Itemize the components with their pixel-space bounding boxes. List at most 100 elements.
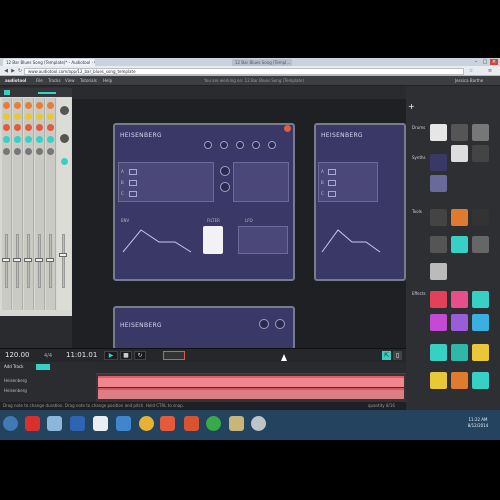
- menu-help[interactable]: Help: [103, 78, 112, 84]
- effect-tile[interactable]: [430, 372, 447, 389]
- effect-tile[interactable]: [430, 314, 447, 331]
- master-knob[interactable]: [60, 134, 69, 143]
- pan-knob[interactable]: [3, 148, 10, 155]
- eq-knob[interactable]: [25, 113, 32, 120]
- effect-tile[interactable]: [451, 372, 468, 389]
- maximize-icon[interactable]: □: [481, 59, 489, 65]
- eq-knob[interactable]: [14, 102, 21, 109]
- menu-view[interactable]: View: [65, 78, 75, 84]
- add-icon[interactable]: +: [408, 103, 415, 111]
- top-knob[interactable]: [236, 141, 244, 149]
- effect-tile[interactable]: [472, 344, 489, 361]
- pan-knob[interactable]: [47, 148, 54, 155]
- effect-tile[interactable]: [451, 314, 468, 331]
- send-knob[interactable]: [14, 136, 21, 143]
- device-tile[interactable]: [472, 145, 489, 162]
- minimize-icon[interactable]: –: [472, 59, 480, 65]
- device-tile[interactable]: [430, 236, 447, 253]
- device-tile[interactable]: [451, 236, 468, 253]
- back-icon[interactable]: ◀: [3, 68, 9, 75]
- effect-tile[interactable]: [430, 291, 447, 308]
- eq-knob[interactable]: [36, 124, 43, 131]
- forward-icon[interactable]: ▶: [10, 68, 16, 75]
- track-name[interactable]: Heisenberg: [4, 388, 27, 393]
- effect-tile[interactable]: [472, 314, 489, 331]
- reload-icon[interactable]: ↻: [17, 68, 23, 75]
- taskbar-app[interactable]: [47, 416, 62, 431]
- fader-handle[interactable]: [35, 258, 43, 262]
- taskbar-app[interactable]: [70, 416, 85, 431]
- device-tile[interactable]: [430, 154, 447, 171]
- taskbar-app[interactable]: [184, 416, 199, 431]
- device-tile[interactable]: [472, 124, 489, 141]
- menu-icon[interactable]: ≡: [487, 68, 493, 75]
- waveform-icon[interactable]: [129, 191, 137, 197]
- eq-knob[interactable]: [14, 124, 21, 131]
- device-tile[interactable]: [451, 145, 468, 162]
- record-meter[interactable]: [163, 351, 185, 360]
- master-knob[interactable]: [61, 158, 68, 165]
- note-clip[interactable]: [98, 388, 404, 399]
- timeline-ruler[interactable]: [96, 362, 406, 374]
- mixer-volume-slider[interactable]: [38, 92, 56, 94]
- synth-heisenberg-2[interactable]: [314, 123, 406, 281]
- filter-module[interactable]: [203, 226, 223, 254]
- fader-handle[interactable]: [24, 258, 32, 262]
- device-tile[interactable]: [451, 124, 468, 141]
- taskbar-app[interactable]: [160, 416, 175, 431]
- taskbar-app[interactable]: [25, 416, 40, 431]
- osc-knob[interactable]: [220, 182, 230, 192]
- waveform-icon[interactable]: [129, 180, 137, 186]
- loop-button[interactable]: ↻: [134, 351, 146, 360]
- top-knob[interactable]: [275, 319, 285, 329]
- top-knob[interactable]: [204, 141, 212, 149]
- pan-knob[interactable]: [25, 148, 32, 155]
- send-knob[interactable]: [47, 136, 54, 143]
- browser-tab-inactive[interactable]: 12 Bar Blues Song (Templ...: [232, 59, 292, 66]
- eq-knob[interactable]: [47, 113, 54, 120]
- taskbar-app[interactable]: [251, 416, 266, 431]
- envelope-graph[interactable]: [320, 226, 382, 254]
- device-tile[interactable]: [472, 236, 489, 253]
- fader-handle[interactable]: [13, 258, 21, 262]
- power-icon[interactable]: [284, 125, 291, 132]
- chrome-icon[interactable]: [139, 416, 154, 431]
- top-knob[interactable]: [220, 141, 228, 149]
- file-icon[interactable]: ▯: [393, 351, 402, 360]
- eq-knob[interactable]: [14, 113, 21, 120]
- device-tile[interactable]: [451, 209, 468, 226]
- master-knob[interactable]: [60, 106, 69, 115]
- eq-knob[interactable]: [47, 124, 54, 131]
- eq-knob[interactable]: [47, 102, 54, 109]
- effect-tile[interactable]: [451, 344, 468, 361]
- eq-knob[interactable]: [36, 113, 43, 120]
- track-name[interactable]: Heisenberg: [4, 378, 27, 383]
- taskbar-app[interactable]: [229, 416, 244, 431]
- effect-tile[interactable]: [472, 372, 489, 389]
- start-button[interactable]: [3, 416, 18, 431]
- user-name[interactable]: Jessica Barthe: [455, 78, 483, 84]
- effect-tile[interactable]: [472, 291, 489, 308]
- stop-button[interactable]: ■: [120, 351, 132, 360]
- signature-display[interactable]: 4/4: [44, 353, 52, 359]
- envelope-graph[interactable]: [121, 226, 193, 254]
- fader-handle[interactable]: [2, 258, 10, 262]
- star-icon[interactable]: ☆: [468, 68, 474, 75]
- eq-knob[interactable]: [25, 102, 32, 109]
- menu-file[interactable]: File: [36, 78, 43, 84]
- taskbar-app[interactable]: [93, 416, 108, 431]
- send-knob[interactable]: [25, 136, 32, 143]
- fader-handle[interactable]: [59, 253, 67, 257]
- device-tile[interactable]: [430, 209, 447, 226]
- device-tile[interactable]: [430, 263, 447, 280]
- waveform-icon[interactable]: [328, 191, 336, 197]
- eq-knob[interactable]: [25, 124, 32, 131]
- waveform-icon[interactable]: [328, 169, 336, 175]
- osc-knob[interactable]: [220, 166, 230, 176]
- pan-knob[interactable]: [36, 148, 43, 155]
- fader-handle[interactable]: [46, 258, 54, 262]
- taskbar-clock[interactable]: 11:22 AM 8/12/2014: [458, 417, 498, 431]
- snap-toggle[interactable]: [36, 364, 50, 370]
- send-knob[interactable]: [36, 136, 43, 143]
- browser-tab-active[interactable]: 12 Bar Blues Song (Template)* - Audiotoo…: [3, 59, 95, 66]
